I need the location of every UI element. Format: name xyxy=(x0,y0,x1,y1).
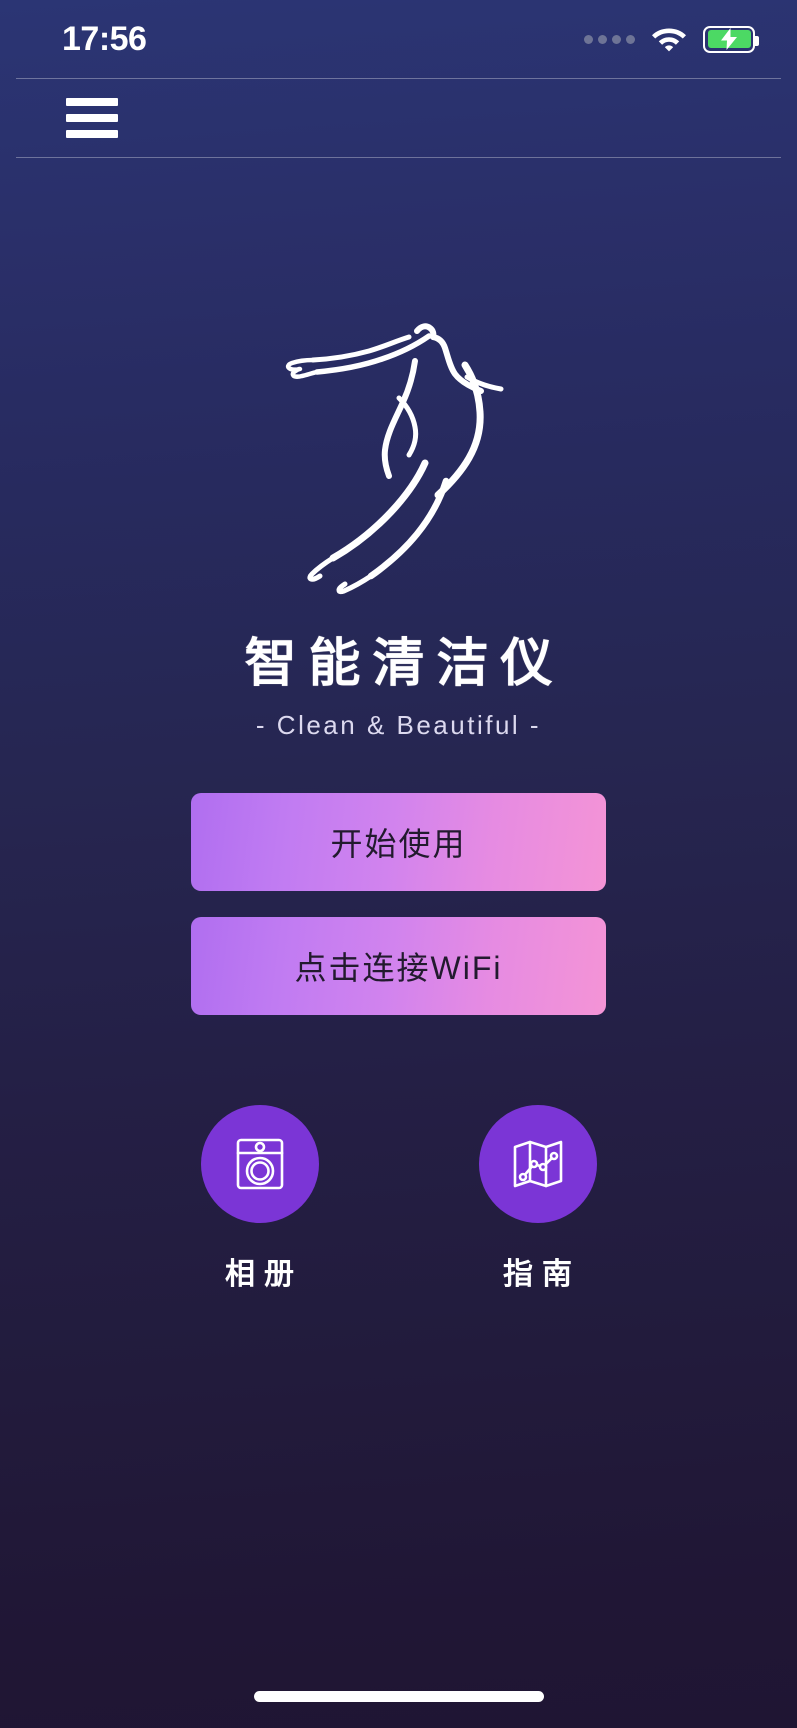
signal-dots-icon xyxy=(584,34,635,44)
hamburger-menu-icon[interactable] xyxy=(66,98,118,138)
top-nav-bar xyxy=(0,79,797,157)
hero-section: 智能清洁仪 - Clean & Beautiful - 开始使用 点击连接WiF… xyxy=(0,158,797,1293)
status-bar-clock: 17:56 xyxy=(62,19,147,58)
status-bar: 17:56 xyxy=(0,0,797,78)
connect-wifi-button[interactable]: 点击连接WiFi xyxy=(191,917,606,1015)
washing-machine-icon xyxy=(236,1138,283,1190)
shortcut-guide[interactable]: 指南 xyxy=(478,1105,597,1293)
shortcut-album-label: 相册 xyxy=(225,1258,303,1291)
start-using-button[interactable]: 开始使用 xyxy=(191,793,606,891)
battery-charging-icon xyxy=(703,25,759,53)
home-indicator[interactable] xyxy=(253,1691,544,1702)
wifi-icon xyxy=(652,28,686,52)
page-subtitle: - Clean & Beautiful - xyxy=(255,710,542,740)
shortcut-row: 相册 指南 xyxy=(200,1105,597,1293)
guide-circle[interactable] xyxy=(478,1105,597,1223)
folded-map-icon xyxy=(513,1140,562,1188)
status-bar-indicators xyxy=(584,25,759,53)
shortcut-guide-label: 指南 xyxy=(503,1258,581,1291)
action-buttons: 开始使用 点击连接WiFi xyxy=(191,793,606,1015)
dancer-line-art-logo xyxy=(249,303,549,603)
album-circle[interactable] xyxy=(200,1105,319,1223)
lightning-bolt-icon xyxy=(721,28,737,50)
shortcut-album[interactable]: 相册 xyxy=(200,1105,319,1293)
page-title: 智能清洁仪 xyxy=(244,635,565,693)
